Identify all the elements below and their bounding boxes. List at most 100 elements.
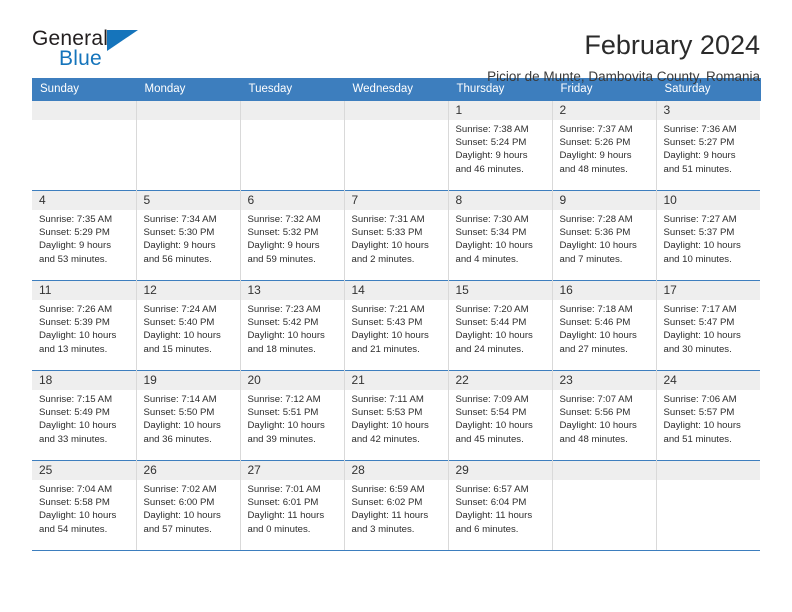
calendar-day-cell[interactable]: 12 Sunrise: 7:24 AM Sunset: 5:40 PM Dayligh…: [136, 280, 241, 371]
daylight-duration-line-1: Daylight: 10 hours: [559, 420, 637, 432]
day-cell-inner: [344, 101, 448, 190]
daylight-duration-line-2: and 10 minutes.: [663, 253, 732, 265]
calendar-cell-empty: [32, 100, 137, 191]
sun-info: Sunrise: 7:35 AM Sunset: 5:29 PM Daylight:…: [32, 210, 136, 266]
sunrise-time: Sunrise: 7:01 AM: [247, 484, 321, 495]
day-number: 1: [448, 101, 552, 120]
daylight-duration-line-1: Daylight: 10 hours: [663, 420, 741, 432]
page-subtitle: Picior de Munte, Dambovita County, Roman…: [487, 69, 760, 84]
calendar-day-cell[interactable]: 9 Sunrise: 7:28 AM Sunset: 5:36 PM Daylight…: [552, 190, 657, 281]
sun-info: Sunrise: 7:06 AM Sunset: 5:57 PM Daylight:…: [657, 390, 761, 446]
calendar-day-cell[interactable]: 20 Sunrise: 7:12 AM Sunset: 5:51 PM Dayligh…: [240, 370, 345, 461]
calendar-day-cell[interactable]: 21 Sunrise: 7:11 AM Sunset: 5:53 PM Dayligh…: [344, 370, 449, 461]
calendar-day-cell[interactable]: 13 Sunrise: 7:23 AM Sunset: 5:42 PM Dayligh…: [240, 280, 345, 371]
calendar-cell-empty: [240, 100, 345, 191]
sun-info: Sunrise: 7:07 AM Sunset: 5:56 PM Daylight:…: [553, 390, 656, 446]
day-cell-inner: [656, 461, 760, 550]
sun-info: Sunrise: 7:36 AM Sunset: 5:27 PM Daylight:…: [657, 120, 761, 176]
sunset-time: Sunset: 5:42 PM: [247, 317, 319, 329]
daylight-duration-line-1: Daylight: 10 hours: [663, 330, 741, 342]
day-number: 9: [552, 191, 656, 210]
calendar-day-cell[interactable]: 24 Sunrise: 7:06 AM Sunset: 5:57 PM Dayligh…: [656, 370, 761, 461]
sunrise-time: Sunrise: 7:15 AM: [39, 394, 113, 405]
day-cell-inner: 8 Sunrise: 7:30 AM Sunset: 5:34 PM Daylight…: [448, 191, 552, 280]
daylight-duration-line-2: and 36 minutes.: [143, 433, 212, 445]
day-number: 13: [240, 281, 344, 300]
day-number: 25: [32, 461, 136, 480]
sun-info: Sunrise: 7:24 AM Sunset: 5:40 PM Daylight:…: [137, 300, 240, 356]
daylight-duration-line-1: Daylight: 10 hours: [39, 420, 117, 432]
sunrise-time: Sunrise: 7:32 AM: [247, 214, 321, 225]
day-cell-inner: 20 Sunrise: 7:12 AM Sunset: 5:51 PM Dayligh…: [240, 371, 344, 460]
calendar-day-cell[interactable]: 10 Sunrise: 7:27 AM Sunset: 5:37 PM Dayligh…: [656, 190, 761, 281]
sunset-time: Sunset: 5:26 PM: [559, 137, 631, 149]
sunset-time: Sunset: 5:54 PM: [455, 407, 527, 419]
day-number-placeholder: [136, 101, 240, 120]
day-cell-inner: [136, 101, 240, 190]
calendar-day-cell[interactable]: 2 Sunrise: 7:37 AM Sunset: 5:26 PM Daylight…: [552, 100, 657, 191]
calendar-day-cell[interactable]: 11 Sunrise: 7:26 AM Sunset: 5:39 PM Dayligh…: [32, 280, 137, 371]
sun-info: Sunrise: 7:27 AM Sunset: 5:37 PM Daylight:…: [657, 210, 761, 266]
day-cell-inner: [32, 101, 136, 190]
general-blue-logo[interactable]: General Blue: [32, 28, 162, 76]
calendar-day-cell[interactable]: 8 Sunrise: 7:30 AM Sunset: 5:34 PM Daylight…: [448, 190, 553, 281]
sunset-time: Sunset: 5:30 PM: [143, 227, 215, 239]
sunrise-time: Sunrise: 6:57 AM: [455, 484, 529, 495]
sunset-time: Sunset: 5:56 PM: [559, 407, 631, 419]
calendar-day-cell[interactable]: 29 Sunrise: 6:57 AM Sunset: 6:04 PM Dayligh…: [448, 460, 553, 551]
calendar-day-cell[interactable]: 19 Sunrise: 7:14 AM Sunset: 5:50 PM Dayligh…: [136, 370, 241, 461]
daylight-duration-line-2: and 51 minutes.: [663, 163, 732, 175]
calendar-day-cell[interactable]: 5 Sunrise: 7:34 AM Sunset: 5:30 PM Daylight…: [136, 190, 241, 281]
day-cell-inner: 12 Sunrise: 7:24 AM Sunset: 5:40 PM Dayligh…: [136, 281, 240, 370]
sunrise-time: Sunrise: 7:17 AM: [663, 304, 737, 315]
sun-info: Sunrise: 7:01 AM Sunset: 6:01 PM Daylight:…: [241, 480, 344, 536]
calendar-day-cell[interactable]: 25 Sunrise: 7:04 AM Sunset: 5:58 PM Dayligh…: [32, 460, 137, 551]
daylight-duration-line-1: Daylight: 10 hours: [143, 330, 221, 342]
calendar-day-cell[interactable]: 26 Sunrise: 7:02 AM Sunset: 6:00 PM Dayligh…: [136, 460, 241, 551]
calendar-day-cell[interactable]: 1 Sunrise: 7:38 AM Sunset: 5:24 PM Daylight…: [448, 100, 553, 191]
daylight-duration-line-2: and 42 minutes.: [351, 433, 420, 445]
daylight-duration-line-1: Daylight: 10 hours: [351, 330, 429, 342]
sunset-time: Sunset: 5:58 PM: [39, 497, 110, 509]
calendar-day-cell[interactable]: 27 Sunrise: 7:01 AM Sunset: 6:01 PM Dayligh…: [240, 460, 345, 551]
calendar-day-cell[interactable]: 15 Sunrise: 7:20 AM Sunset: 5:44 PM Dayligh…: [448, 280, 553, 371]
calendar-day-cell[interactable]: 17 Sunrise: 7:17 AM Sunset: 5:47 PM Dayligh…: [656, 280, 760, 371]
day-number: 2: [552, 101, 656, 120]
calendar-day-cell[interactable]: 16 Sunrise: 7:18 AM Sunset: 5:46 PM Dayligh…: [552, 280, 657, 371]
daylight-duration-line-1: Daylight: 10 hours: [143, 510, 221, 522]
sun-info: Sunrise: 7:34 AM Sunset: 5:30 PM Daylight:…: [137, 210, 240, 266]
sunset-time: Sunset: 5:43 PM: [351, 317, 423, 329]
calendar-day-cell[interactable]: 22 Sunrise: 7:09 AM Sunset: 5:54 PM Dayligh…: [448, 370, 553, 461]
sunset-time: Sunset: 5:29 PM: [39, 227, 110, 239]
day-cell-inner: 14 Sunrise: 7:21 AM Sunset: 5:43 PM Dayligh…: [344, 281, 448, 370]
day-cell-inner: 18 Sunrise: 7:15 AM Sunset: 5:49 PM Dayligh…: [32, 371, 136, 460]
sunrise-time: Sunrise: 7:18 AM: [559, 304, 633, 315]
day-number: 12: [136, 281, 240, 300]
sunset-time: Sunset: 5:49 PM: [39, 407, 110, 419]
daylight-duration-line-2: and 39 minutes.: [247, 433, 316, 445]
calendar-day-cell[interactable]: 28 Sunrise: 6:59 AM Sunset: 6:02 PM Dayligh…: [344, 460, 449, 551]
sun-info: Sunrise: 7:38 AM Sunset: 5:24 PM Daylight:…: [449, 120, 552, 176]
day-number: 21: [344, 371, 448, 390]
sunrise-time: Sunrise: 7:24 AM: [143, 304, 217, 315]
calendar-day-cell[interactable]: 6 Sunrise: 7:32 AM Sunset: 5:32 PM Daylight…: [240, 190, 345, 281]
daylight-duration-line-2: and 51 minutes.: [663, 433, 732, 445]
sunset-time: Sunset: 6:04 PM: [455, 497, 527, 509]
calendar-day-cell[interactable]: 3 Sunrise: 7:36 AM Sunset: 5:27 PM Daylight…: [656, 100, 761, 191]
day-cell-inner: 2 Sunrise: 7:37 AM Sunset: 5:26 PM Daylight…: [552, 101, 656, 190]
day-cell-inner: 15 Sunrise: 7:20 AM Sunset: 5:44 PM Dayligh…: [448, 281, 552, 370]
sunrise-time: Sunrise: 7:14 AM: [143, 394, 217, 405]
daylight-duration-line-2: and 0 minutes.: [247, 523, 311, 535]
calendar-day-cell[interactable]: 4 Sunrise: 7:35 AM Sunset: 5:29 PM Daylight…: [32, 190, 137, 281]
sunset-time: Sunset: 6:00 PM: [143, 497, 215, 509]
calendar-day-cell[interactable]: 23 Sunrise: 7:07 AM Sunset: 5:56 PM Dayligh…: [552, 370, 657, 461]
day-number: 7: [344, 191, 448, 210]
sunset-time: Sunset: 6:01 PM: [247, 497, 319, 509]
calendar-day-cell[interactable]: 18 Sunrise: 7:15 AM Sunset: 5:49 PM Dayligh…: [32, 370, 137, 461]
day-cell-inner: 7 Sunrise: 7:31 AM Sunset: 5:33 PM Daylight…: [344, 191, 448, 280]
sunrise-time: Sunrise: 7:02 AM: [143, 484, 217, 495]
calendar-day-cell[interactable]: 7 Sunrise: 7:31 AM Sunset: 5:33 PM Daylight…: [344, 190, 449, 281]
day-cell-inner: 5 Sunrise: 7:34 AM Sunset: 5:30 PM Daylight…: [136, 191, 240, 280]
calendar-day-cell[interactable]: 14 Sunrise: 7:21 AM Sunset: 5:43 PM Dayligh…: [344, 280, 449, 371]
sun-info: Sunrise: 7:32 AM Sunset: 5:32 PM Daylight:…: [241, 210, 344, 266]
